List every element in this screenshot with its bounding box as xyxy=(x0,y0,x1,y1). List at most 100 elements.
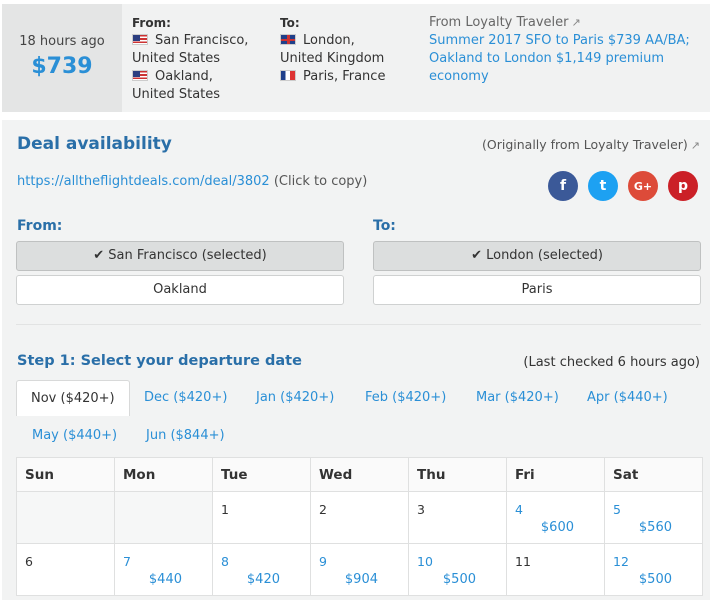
tab-mar[interactable]: Mar ($420+) xyxy=(476,380,559,416)
google-plus-icon: G+ xyxy=(633,179,653,193)
calendar-day-cell[interactable]: 8 $420 xyxy=(212,543,311,596)
city-london: London, United Kingdom xyxy=(280,32,420,68)
tab-nov[interactable]: Nov ($420+) xyxy=(16,380,130,416)
day-number: 1 xyxy=(221,502,229,517)
day-number[interactable]: 12 xyxy=(613,554,629,569)
day-number: 11 xyxy=(515,554,531,569)
deal-availability-panel: Deal availability (Originally from Loyal… xyxy=(2,120,710,600)
google-plus-share-button[interactable]: G+ xyxy=(628,171,658,201)
day-number[interactable]: 4 xyxy=(515,502,523,517)
country-name: United Kingdom xyxy=(280,51,385,66)
calendar-day-cell: 6 xyxy=(16,543,115,596)
source-title-text: From Loyalty Traveler xyxy=(429,15,569,30)
calendar-day-cell[interactable]: 7 $440 xyxy=(114,543,213,596)
source-link-line[interactable]: Summer 2017 SFO to Paris $739 AA/BA; xyxy=(429,32,705,50)
day-number[interactable]: 5 xyxy=(613,502,621,517)
twitter-share-button[interactable]: t xyxy=(588,171,618,201)
tab-jan[interactable]: Jan ($420+) xyxy=(256,380,334,416)
calendar-day-cell: 1 xyxy=(212,491,311,544)
weekday-header: Fri xyxy=(506,457,605,492)
copy-hint: (Click to copy) xyxy=(273,174,368,189)
day-price[interactable]: $420 xyxy=(247,572,280,587)
day-price[interactable]: $904 xyxy=(345,572,378,587)
calendar-week-row: 1 2 3 4 $600 5 $560 xyxy=(16,491,703,544)
tab-feb[interactable]: Feb ($420+) xyxy=(365,380,446,416)
city-name: San Francisco, xyxy=(155,33,249,48)
day-number: 2 xyxy=(319,502,327,517)
source-title[interactable]: From Loyalty Traveler ↗ xyxy=(429,14,705,32)
country-name: United States xyxy=(132,51,221,66)
tab-jun[interactable]: Jun ($844+) xyxy=(146,418,225,454)
day-price[interactable]: $600 xyxy=(541,520,574,535)
from-option-san-francisco[interactable]: ✔ San Francisco (selected) xyxy=(16,241,344,271)
deal-price: $739 xyxy=(31,54,93,79)
day-number[interactable]: 7 xyxy=(123,554,131,569)
from-select-label: From: xyxy=(17,218,63,234)
tab-dec[interactable]: Dec ($420+) xyxy=(144,380,227,416)
divider xyxy=(16,324,701,325)
calendar-day-cell[interactable]: 4 $600 xyxy=(506,491,605,544)
day-number[interactable]: 9 xyxy=(319,554,327,569)
city-name: Paris, France xyxy=(303,69,386,84)
to-option-london[interactable]: ✔ London (selected) xyxy=(373,241,701,271)
calendar-empty-cell xyxy=(16,491,115,544)
panel-title: Deal availability xyxy=(17,134,172,154)
day-number[interactable]: 10 xyxy=(417,554,433,569)
weekday-header: Tue xyxy=(212,457,311,492)
to-cities: To: London, United Kingdom Paris, France xyxy=(280,14,420,86)
to-option-paris[interactable]: Paris xyxy=(373,275,701,305)
price-box: 18 hours ago $739 xyxy=(2,4,122,112)
day-price[interactable]: $500 xyxy=(443,572,476,587)
to-select-label: To: xyxy=(373,218,396,234)
pinterest-share-button[interactable]: p xyxy=(668,171,698,201)
france-flag-icon xyxy=(280,70,296,81)
day-number: 6 xyxy=(25,554,33,569)
twitter-icon: t xyxy=(599,178,607,194)
weekday-header: Thu xyxy=(408,457,507,492)
calendar-day-cell[interactable]: 9 $904 xyxy=(310,543,409,596)
day-price[interactable]: $500 xyxy=(639,572,672,587)
day-price[interactable]: $440 xyxy=(149,572,182,587)
source-link-line[interactable]: Oakland to London $1,149 premium xyxy=(429,50,705,68)
day-price[interactable]: $560 xyxy=(639,520,672,535)
facebook-share-button[interactable]: f xyxy=(548,171,578,201)
step1-heading: Step 1: Select your departure date xyxy=(17,353,302,369)
calendar-day-cell: 2 xyxy=(310,491,409,544)
weekday-header: Wed xyxy=(310,457,409,492)
city-oakland: Oakland, United States xyxy=(132,68,272,104)
source-link-line[interactable]: economy xyxy=(429,68,705,86)
calendar-empty-cell xyxy=(114,491,213,544)
external-link-icon[interactable]: ↗ xyxy=(572,16,581,29)
day-number[interactable]: 8 xyxy=(221,554,229,569)
us-flag-icon xyxy=(132,34,148,45)
from-cities: From: San Francisco, United States Oakla… xyxy=(132,14,272,104)
external-link-icon[interactable]: ↗ xyxy=(691,139,700,152)
tab-apr[interactable]: Apr ($440+) xyxy=(587,380,668,416)
facebook-icon: f xyxy=(559,178,567,194)
calendar-day-cell[interactable]: 12 $500 xyxy=(604,543,703,596)
from-option-oakland[interactable]: Oakland xyxy=(16,275,344,305)
original-source-text: (Originally from Loyalty Traveler) xyxy=(482,137,688,152)
deal-url-copy[interactable]: https://alltheflightdeals.com/deal/3802 … xyxy=(17,174,367,189)
weekday-header: Mon xyxy=(114,457,213,492)
day-number: 3 xyxy=(417,502,425,517)
city-paris: Paris, France xyxy=(280,68,420,86)
city-name: London, xyxy=(303,33,355,48)
deal-url[interactable]: https://alltheflightdeals.com/deal/3802 xyxy=(17,174,270,189)
weekday-header: Sun xyxy=(16,457,115,492)
source-link[interactable]: Summer 2017 SFO to Paris $739 AA/BA; Oak… xyxy=(429,32,705,86)
calendar-header-row: Sun Mon Tue Wed Thu Fri Sat xyxy=(16,457,703,492)
to-heading: To: xyxy=(280,16,300,30)
last-checked: (Last checked 6 hours ago) xyxy=(523,355,700,370)
deal-summary: 18 hours ago $739 From: San Francisco, U… xyxy=(2,4,710,112)
original-source-link[interactable]: (Originally from Loyalty Traveler) ↗ xyxy=(482,137,700,152)
tab-may[interactable]: May ($440+) xyxy=(32,418,117,454)
share-buttons: f t G+ p xyxy=(548,171,698,201)
us-flag-icon xyxy=(132,70,148,81)
calendar-day-cell[interactable]: 10 $500 xyxy=(408,543,507,596)
source-column: From Loyalty Traveler ↗ Summer 2017 SFO t… xyxy=(429,14,705,86)
calendar-week-row: 6 7 $440 8 $420 9 $904 10 $500 11 12 $500 xyxy=(16,543,703,596)
calendar-day-cell[interactable]: 5 $560 xyxy=(604,491,703,544)
posted-ago: 18 hours ago xyxy=(19,34,105,49)
calendar-day-cell: 11 xyxy=(506,543,605,596)
